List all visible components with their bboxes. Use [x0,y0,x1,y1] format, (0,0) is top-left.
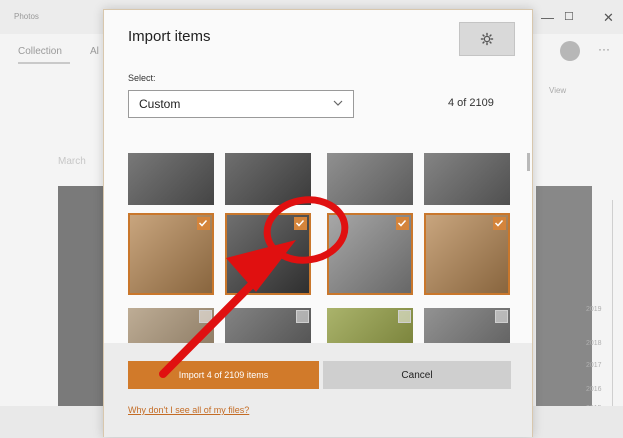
photo-thumbnail[interactable] [128,153,214,205]
settings-button[interactable] [459,22,515,56]
timeline-year[interactable]: 2019 [586,306,602,313]
cancel-button[interactable]: Cancel [323,361,511,389]
more-options-icon[interactable]: ··· [598,42,610,56]
selection-checkbox[interactable] [396,217,409,230]
background-tab-underline [18,62,70,64]
help-link[interactable]: Why don't I see all of my files? [128,405,249,415]
dialog-footer [104,343,532,437]
photo-thumbnail[interactable] [225,213,311,295]
selection-dropdown-value: Custom [139,97,181,111]
photo-image [327,153,413,205]
background-timeline[interactable] [612,200,613,430]
photo-image [225,153,311,205]
background-view-label[interactable]: View [549,86,566,95]
gear-icon [480,32,494,46]
background-tab-collection[interactable]: Collection [18,46,62,57]
photo-thumbnail[interactable] [128,213,214,295]
photo-thumbnail[interactable] [424,213,510,295]
photo-thumbnail[interactable] [225,153,311,205]
timeline-year[interactable]: 2016 [586,386,602,393]
grid-scrollbar[interactable] [527,153,530,171]
photo-image [128,153,214,205]
select-label: Select: [128,73,156,83]
maximize-icon[interactable]: ☐ [564,10,574,23]
photo-thumbnail[interactable] [327,213,413,295]
photo-thumbnail[interactable] [327,153,413,205]
timeline-year[interactable]: 2017 [586,362,602,369]
selection-dropdown[interactable]: Custom [128,90,354,118]
background-photo [536,186,592,406]
selection-checkbox[interactable] [197,217,210,230]
background-month-label: March [58,156,86,167]
photo-image [424,153,510,205]
timeline-year[interactable]: 2018 [586,340,602,347]
background-tab-albums[interactable]: Al [90,46,99,57]
chevron-down-icon [333,100,343,106]
checkmark-icon [397,219,407,227]
import-items-dialog: Import items Select: Custom 4 of 2109 Im… [103,9,533,437]
minimize-icon[interactable]: — [541,10,554,25]
selection-checkbox[interactable] [398,310,411,323]
selection-checkbox[interactable] [296,310,309,323]
thumbnail-grid[interactable] [128,153,524,353]
photo-thumbnail[interactable] [424,153,510,205]
checkmark-icon [295,219,305,227]
background-app-title: Photos [14,12,39,21]
selection-checkbox[interactable] [495,310,508,323]
checkmark-icon [494,219,504,227]
import-button[interactable]: Import 4 of 2109 items [128,361,319,389]
dialog-title: Import items [128,28,211,45]
avatar[interactable] [560,41,580,61]
selection-checkbox[interactable] [199,310,212,323]
selection-checkbox[interactable] [294,217,307,230]
close-icon[interactable]: ✕ [603,10,614,26]
checkmark-icon [198,219,208,227]
selected-count: 4 of 2109 [448,97,494,109]
selection-checkbox[interactable] [493,217,506,230]
